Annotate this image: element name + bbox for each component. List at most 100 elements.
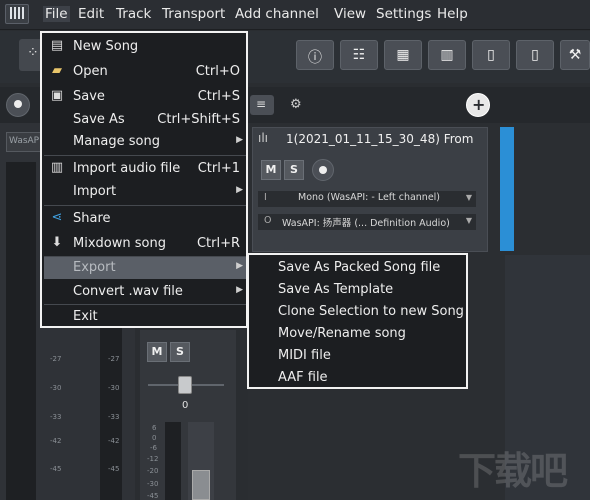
menu-item-save-as[interactable]: Save As Ctrl+Shift+S xyxy=(44,109,246,131)
file-menu: ▤ New Song ▰ Open Ctrl+O ▣ Save Ctrl+S S… xyxy=(40,31,248,328)
menu-bar: File Edit Track Transport Add channel Vi… xyxy=(0,0,590,30)
track-name[interactable]: 1(2021_01_11_15_30_48) From xyxy=(286,132,473,146)
db-label: -42 xyxy=(108,437,120,445)
marker-icon: ▯ xyxy=(531,47,539,63)
info-icon: ⓘ xyxy=(308,50,322,66)
db-label: -45 xyxy=(108,465,120,473)
menu-item-shortcut: Ctrl+Shift+S xyxy=(157,112,240,127)
grid-button[interactable]: ▦ xyxy=(384,40,422,70)
menu-item-exit[interactable]: Exit xyxy=(44,306,246,328)
list-icon: ≡ xyxy=(256,97,267,111)
info-button[interactable]: ⓘ xyxy=(296,40,334,70)
menu-item-import[interactable]: Import ▶ xyxy=(44,181,246,203)
export-packed-song[interactable]: Save As Packed Song file xyxy=(278,260,440,275)
menu-view[interactable]: View xyxy=(334,6,366,22)
record-button[interactable] xyxy=(6,93,30,117)
menu-transport[interactable]: Transport xyxy=(162,6,225,22)
menu-item-label: Export xyxy=(73,260,116,275)
menu-item-label: Import audio file xyxy=(73,161,181,176)
menu-item-import-audio-file[interactable]: ▥ Import audio file Ctrl+1 xyxy=(44,158,246,180)
record-icon xyxy=(14,100,22,108)
menu-settings[interactable]: Settings xyxy=(376,6,431,22)
db-label: -42 xyxy=(50,437,62,445)
export-aaf-file[interactable]: AAF file xyxy=(278,370,328,385)
menu-item-share[interactable]: ⋖ Share xyxy=(44,208,246,230)
menu-item-label: Save As xyxy=(73,112,125,127)
level-meter-left xyxy=(6,162,36,500)
input-num: I xyxy=(264,192,267,203)
menu-item-label: Exit xyxy=(73,309,98,324)
chevron-right-icon: ▶ xyxy=(236,285,243,295)
dots-icon: ⁘ xyxy=(27,45,39,61)
track-input-selector[interactable]: I Mono (WasAPI: - Left channel) ▼ xyxy=(258,191,476,207)
track-solo-button[interactable]: S xyxy=(284,160,304,180)
output-channel-label: WasAPI: 扬声器 (... Definition Audio) xyxy=(282,218,450,229)
menu-track[interactable]: Track xyxy=(116,6,151,22)
menu-item-convert-wav[interactable]: Convert .wav file ▶ xyxy=(44,281,246,303)
menu-item-mixdown-song[interactable]: ⬇ Mixdown song Ctrl+R xyxy=(44,233,246,255)
menu-item-label: Mixdown song xyxy=(73,236,166,251)
volume-fader-handle[interactable] xyxy=(192,470,210,500)
record-icon xyxy=(319,166,327,174)
db-label: -27 xyxy=(50,355,62,363)
folder-icon: ▰ xyxy=(52,63,62,78)
app-logo[interactable] xyxy=(5,4,29,24)
menu-divider xyxy=(44,155,246,156)
volume-value: 0 xyxy=(182,400,189,411)
add-track-button[interactable]: + xyxy=(466,93,490,117)
mixer-solo-button[interactable]: S xyxy=(170,342,190,362)
track-record-arm-button[interactable] xyxy=(312,159,334,181)
gear-icon[interactable]: ⚙ xyxy=(290,97,302,112)
db-label: -45 xyxy=(147,492,159,500)
menu-add-channel[interactable]: Add channel xyxy=(235,6,319,22)
menu-help[interactable]: Help xyxy=(437,6,468,22)
db-label: 0 xyxy=(152,434,157,442)
export-clone-selection[interactable]: Clone Selection to new Song xyxy=(278,304,464,319)
db-label: -30 xyxy=(147,480,159,488)
menu-item-label: Open xyxy=(73,64,108,79)
mixdown-icon: ⬇ xyxy=(51,235,63,250)
menu-item-label: Save xyxy=(73,89,105,104)
track-mute-button[interactable]: M xyxy=(261,160,281,180)
menu-item-save[interactable]: ▣ Save Ctrl+S xyxy=(44,86,246,108)
menu-item-label: Share xyxy=(73,211,111,226)
track-output-selector[interactable]: O WasAPI: 扬声器 (... Definition Audio) ▼ xyxy=(258,214,476,230)
db-label: 6 xyxy=(152,424,157,432)
piano-icon: ▥ xyxy=(440,47,454,63)
waveform-icon: ılı xyxy=(258,131,269,145)
import-audio-icon: ▥ xyxy=(50,160,64,175)
menu-item-new-song[interactable]: ▤ New Song xyxy=(44,36,246,58)
db-label: -12 xyxy=(147,455,159,463)
tools-button[interactable]: ⚒ xyxy=(560,40,590,70)
plus-icon: + xyxy=(472,95,486,114)
pan-slider-handle[interactable] xyxy=(178,376,192,394)
mixer-mute-button[interactable]: M xyxy=(147,342,167,362)
menu-item-open[interactable]: ▰ Open Ctrl+O xyxy=(44,61,246,83)
menu-item-export[interactable]: Export ▶ xyxy=(44,257,246,279)
export-midi-file[interactable]: MIDI file xyxy=(278,348,331,363)
menu-item-shortcut: Ctrl+S xyxy=(197,89,240,104)
marker-button[interactable]: ▯ xyxy=(516,40,554,70)
menu-lines-button[interactable]: ≡ xyxy=(250,95,274,115)
key-icon: ▯ xyxy=(487,47,495,63)
menu-file[interactable]: File xyxy=(43,6,70,22)
export-template[interactable]: Save As Template xyxy=(278,282,393,297)
piano-button[interactable]: ▥ xyxy=(428,40,466,70)
new-song-icon: ▤ xyxy=(50,38,64,53)
menu-edit[interactable]: Edit xyxy=(78,6,104,22)
mixer-icon: ☷ xyxy=(352,47,366,63)
menu-item-shortcut: Ctrl+R xyxy=(196,236,240,251)
watermark-logo: 下载吧 xyxy=(458,449,568,493)
menu-item-manage-song[interactable]: Manage song ▶ xyxy=(44,131,246,153)
tools-icon: ⚒ xyxy=(568,47,582,63)
mixer-button[interactable]: ☷ xyxy=(340,40,378,70)
export-submenu: Save As Packed Song file Save As Templat… xyxy=(247,253,468,389)
chevron-down-icon: ▼ xyxy=(465,216,472,225)
db-label: -33 xyxy=(108,413,120,421)
db-label: -27 xyxy=(108,355,120,363)
menu-divider xyxy=(44,304,246,305)
chevron-right-icon: ▶ xyxy=(236,135,243,145)
export-move-rename[interactable]: Move/Rename song xyxy=(278,326,406,341)
menu-item-label: Manage song xyxy=(73,134,160,149)
key-button[interactable]: ▯ xyxy=(472,40,510,70)
